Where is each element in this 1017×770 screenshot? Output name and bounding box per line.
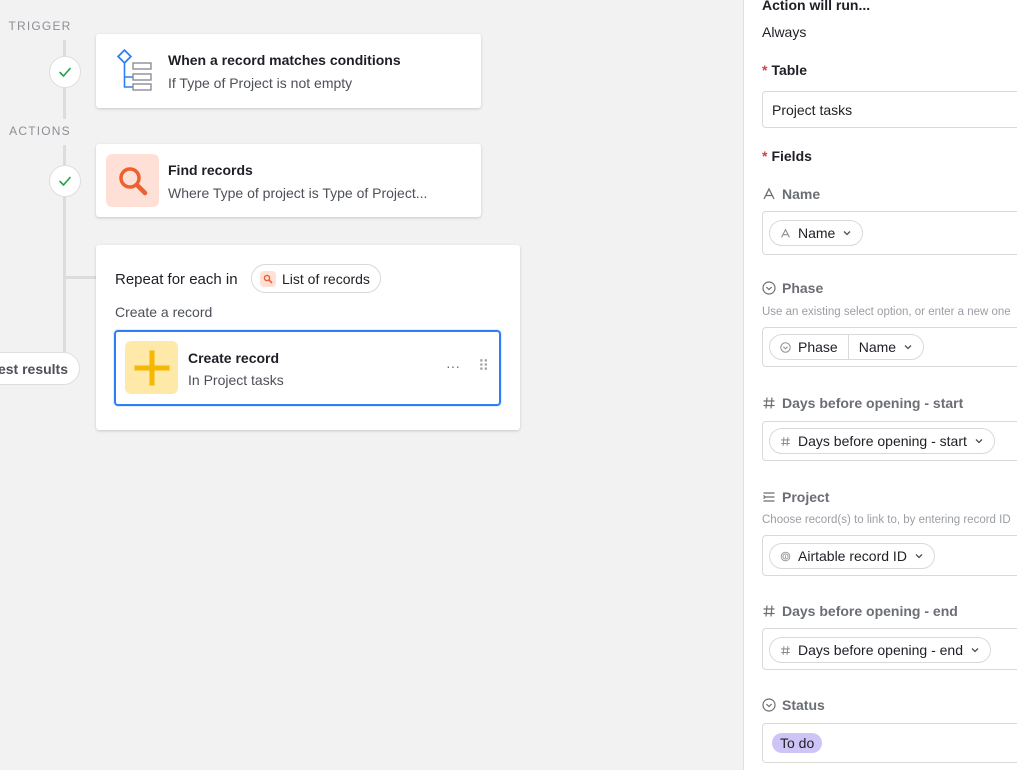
token-days-end[interactable]: Days before opening - end [769,637,991,663]
token-days-start[interactable]: Days before opening - start [769,428,995,454]
required-marker: * [762,148,768,164]
number-icon [763,397,775,409]
required-marker: * [762,62,768,78]
table-select[interactable]: Project tasks [762,91,1017,128]
test-results-label: test results [0,360,68,377]
connector-branch [63,276,96,279]
select-icon [780,341,791,353]
chevron-down-icon [904,345,912,350]
number-icon [781,645,790,655]
table-label-text: Table [771,62,807,78]
field-label-phase: Phase [762,280,823,296]
find-records-card[interactable]: Find records Where Type of project is Ty… [96,144,481,217]
chevron-down-icon [915,554,923,559]
field-input-project[interactable]: Airtable record ID [762,535,1017,576]
chevron-down-icon [975,439,983,444]
test-results-button[interactable]: test results [0,352,80,385]
field-label-name: Name [762,186,820,202]
actions-section-label: ACTIONS [9,124,71,138]
field-input-status[interactable]: To do [762,723,1017,763]
workflow-canvas: TRIGGER ACTIONS test results When a reco… [0,0,743,770]
drag-handle-icon[interactable]: ⠿ [478,357,489,375]
check-icon [59,67,71,77]
select-icon [762,698,776,712]
action-config-panel: Action will run... Always * Table Project… [743,0,1017,770]
field-label-days-start: Days before opening - start [762,395,963,411]
connector-line [63,87,66,119]
field-input-days-end[interactable]: Days before opening - end [762,628,1017,670]
conditions-tree-icon [116,48,152,91]
fields-label: * Fields [762,148,812,164]
table-label: * Table [762,62,807,78]
table-select-value: Project tasks [772,102,853,118]
chevron-down-icon [843,231,851,236]
token-phase[interactable]: Phase Name [769,334,925,360]
action-will-run-label: Action will run... [762,0,871,13]
plus-icon [134,350,169,385]
field-label-status: Status [762,697,825,713]
create-icon-wrap [125,341,178,394]
connector-line [63,145,66,165]
repeat-card-title: Repeat for each in [115,271,238,288]
search-icon [118,166,147,195]
field-input-days-start[interactable]: Days before opening - start [762,421,1017,461]
check-icon [59,176,71,186]
select-icon [762,281,776,295]
field-help-project: Choose record(s) to link to, by entering… [762,514,1011,526]
trigger-card[interactable]: When a record matches conditions If Type… [96,34,481,108]
number-icon [781,436,790,446]
token-record-id[interactable]: Airtable record ID [769,543,935,569]
list-of-records-label: List of records [282,270,370,287]
field-input-name[interactable]: Name [762,211,1017,255]
find-card-subtitle: Where Type of project is Type of Project… [168,185,428,201]
search-icon [260,270,276,287]
trigger-card-subtitle: If Type of Project is not empty [168,75,353,91]
find-icon-wrap [106,154,159,207]
text-icon [781,227,790,238]
chevron-down-icon [971,648,979,653]
trigger-icon-wrap [106,44,159,97]
field-help-phase: Use an existing select option, or enter … [762,306,1011,318]
repeat-card[interactable]: Repeat for each in List of records Creat… [96,245,520,430]
fingerprint-icon [780,551,791,561]
fields-label-text: Fields [771,148,812,164]
trigger-section-label: TRIGGER [8,19,72,33]
find-status-check [49,165,81,197]
list-of-records-pill[interactable]: List of records [251,264,381,293]
repeat-card-subheading: Create a record [115,304,213,320]
text-icon [763,187,775,200]
find-card-title: Find records [168,162,253,178]
create-record-card[interactable]: Create record In Project tasks ··· ⠿ [114,330,501,406]
token-name[interactable]: Name [769,220,864,246]
status-badge[interactable]: To do [772,733,823,753]
link-icon [763,492,775,502]
create-card-title: Create record [188,350,280,366]
field-input-phase[interactable]: Phase Name [762,327,1017,367]
trigger-card-title: When a record matches conditions [168,52,401,68]
more-options-icon[interactable]: ··· [446,358,460,374]
field-label-days-end: Days before opening - end [762,603,958,619]
action-will-run-value[interactable]: Always [762,24,806,40]
connector-line [63,40,66,56]
create-card-subtitle: In Project tasks [188,372,284,388]
field-label-project: Project [762,489,829,505]
trigger-status-check [49,56,81,88]
connector-line [63,196,66,352]
number-icon [763,605,775,617]
